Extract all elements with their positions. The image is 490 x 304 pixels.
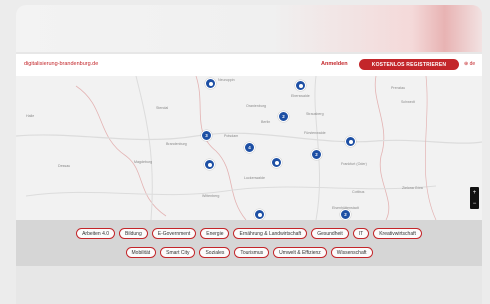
- map-cluster[interactable]: 2: [340, 209, 351, 220]
- map-marker[interactable]: [254, 209, 265, 220]
- language-label: de: [469, 61, 476, 67]
- category-row: Mobilität Smart City Soziales Tourismus …: [16, 247, 482, 258]
- category-chip[interactable]: IT: [352, 228, 370, 239]
- place-label: Luckenwalde: [244, 176, 265, 180]
- category-chip[interactable]: Kreativwirtschaft: [373, 228, 422, 239]
- category-chip[interactable]: Mobilität: [125, 247, 157, 258]
- place-label: Prenzlau: [391, 86, 406, 90]
- map-marker[interactable]: [204, 159, 215, 170]
- place-label: Wittenberg: [202, 194, 220, 198]
- place-label: Frankfurt (Oder): [341, 162, 367, 166]
- content-card: digitalisierung-brandenburg.de Anmelden …: [16, 5, 482, 304]
- category-chip[interactable]: Gesundheit: [311, 228, 349, 239]
- category-row: Arbeiten 4.0 Bildung E-Government Energi…: [16, 228, 482, 239]
- place-label: Berlin: [261, 120, 271, 124]
- map-marker[interactable]: [271, 157, 282, 168]
- map-marker[interactable]: [345, 136, 356, 147]
- map-cluster[interactable]: 2: [311, 149, 322, 160]
- place-label: Neuruppin: [218, 78, 235, 82]
- place-label: Eberswalde: [291, 94, 310, 98]
- category-chip[interactable]: Soziales: [199, 247, 231, 258]
- blurred-hero-band: [16, 5, 482, 52]
- place-label: Fürstenwalde: [304, 131, 326, 135]
- zoom-out-button[interactable]: −: [473, 201, 477, 207]
- place-label: Potsdam: [224, 134, 239, 138]
- zoom-control: + −: [470, 187, 479, 209]
- map-cluster[interactable]: 2: [278, 111, 289, 122]
- top-navigation-bar: digitalisierung-brandenburg.de Anmelden …: [16, 54, 482, 76]
- category-chip[interactable]: Umwelt & Effizienz: [273, 247, 327, 258]
- register-button[interactable]: KOSTENLOS REGISTRIEREN: [359, 59, 459, 70]
- map-marker[interactable]: [295, 80, 306, 91]
- place-label: Stendal: [156, 106, 169, 110]
- map-cluster[interactable]: 3: [201, 130, 212, 141]
- category-chip[interactable]: Arbeiten 4.0: [76, 228, 116, 239]
- region-map[interactable]: Berlin Magdeburg Potsdam Cottbus Frankfu…: [16, 76, 482, 220]
- language-switch[interactable]: ⊕ de: [464, 61, 475, 67]
- map-cluster[interactable]: 4: [244, 142, 255, 153]
- place-label: Halle: [26, 114, 35, 118]
- login-link[interactable]: Anmelden: [321, 61, 348, 67]
- place-label: Schwedt: [401, 100, 415, 104]
- category-chip[interactable]: Smart City: [160, 247, 196, 258]
- place-label: Dessau: [58, 164, 71, 168]
- map-marker[interactable]: [205, 78, 216, 89]
- category-chip[interactable]: Tourismus: [234, 247, 270, 258]
- zoom-in-button[interactable]: +: [473, 190, 477, 196]
- category-chip[interactable]: Bildung: [119, 228, 148, 239]
- site-name-link[interactable]: digitalisierung-brandenburg.de: [24, 61, 98, 67]
- place-label: Strausberg: [306, 112, 324, 116]
- category-chip[interactable]: Wissenschaft: [330, 247, 373, 258]
- place-label: Oranienburg: [246, 104, 266, 108]
- category-chip[interactable]: Ernährung & Landwirtschaft: [233, 228, 308, 239]
- place-label: Zielona Góra: [402, 186, 423, 190]
- place-label: Magdeburg: [134, 160, 153, 164]
- globe-icon: ⊕: [464, 61, 469, 67]
- category-chip[interactable]: E-Government: [151, 228, 197, 239]
- category-chip[interactable]: Energie: [200, 228, 230, 239]
- place-label: Cottbus: [352, 190, 365, 194]
- category-filter-bar: Arbeiten 4.0 Bildung E-Government Energi…: [16, 220, 482, 266]
- place-label: Brandenburg: [166, 142, 187, 146]
